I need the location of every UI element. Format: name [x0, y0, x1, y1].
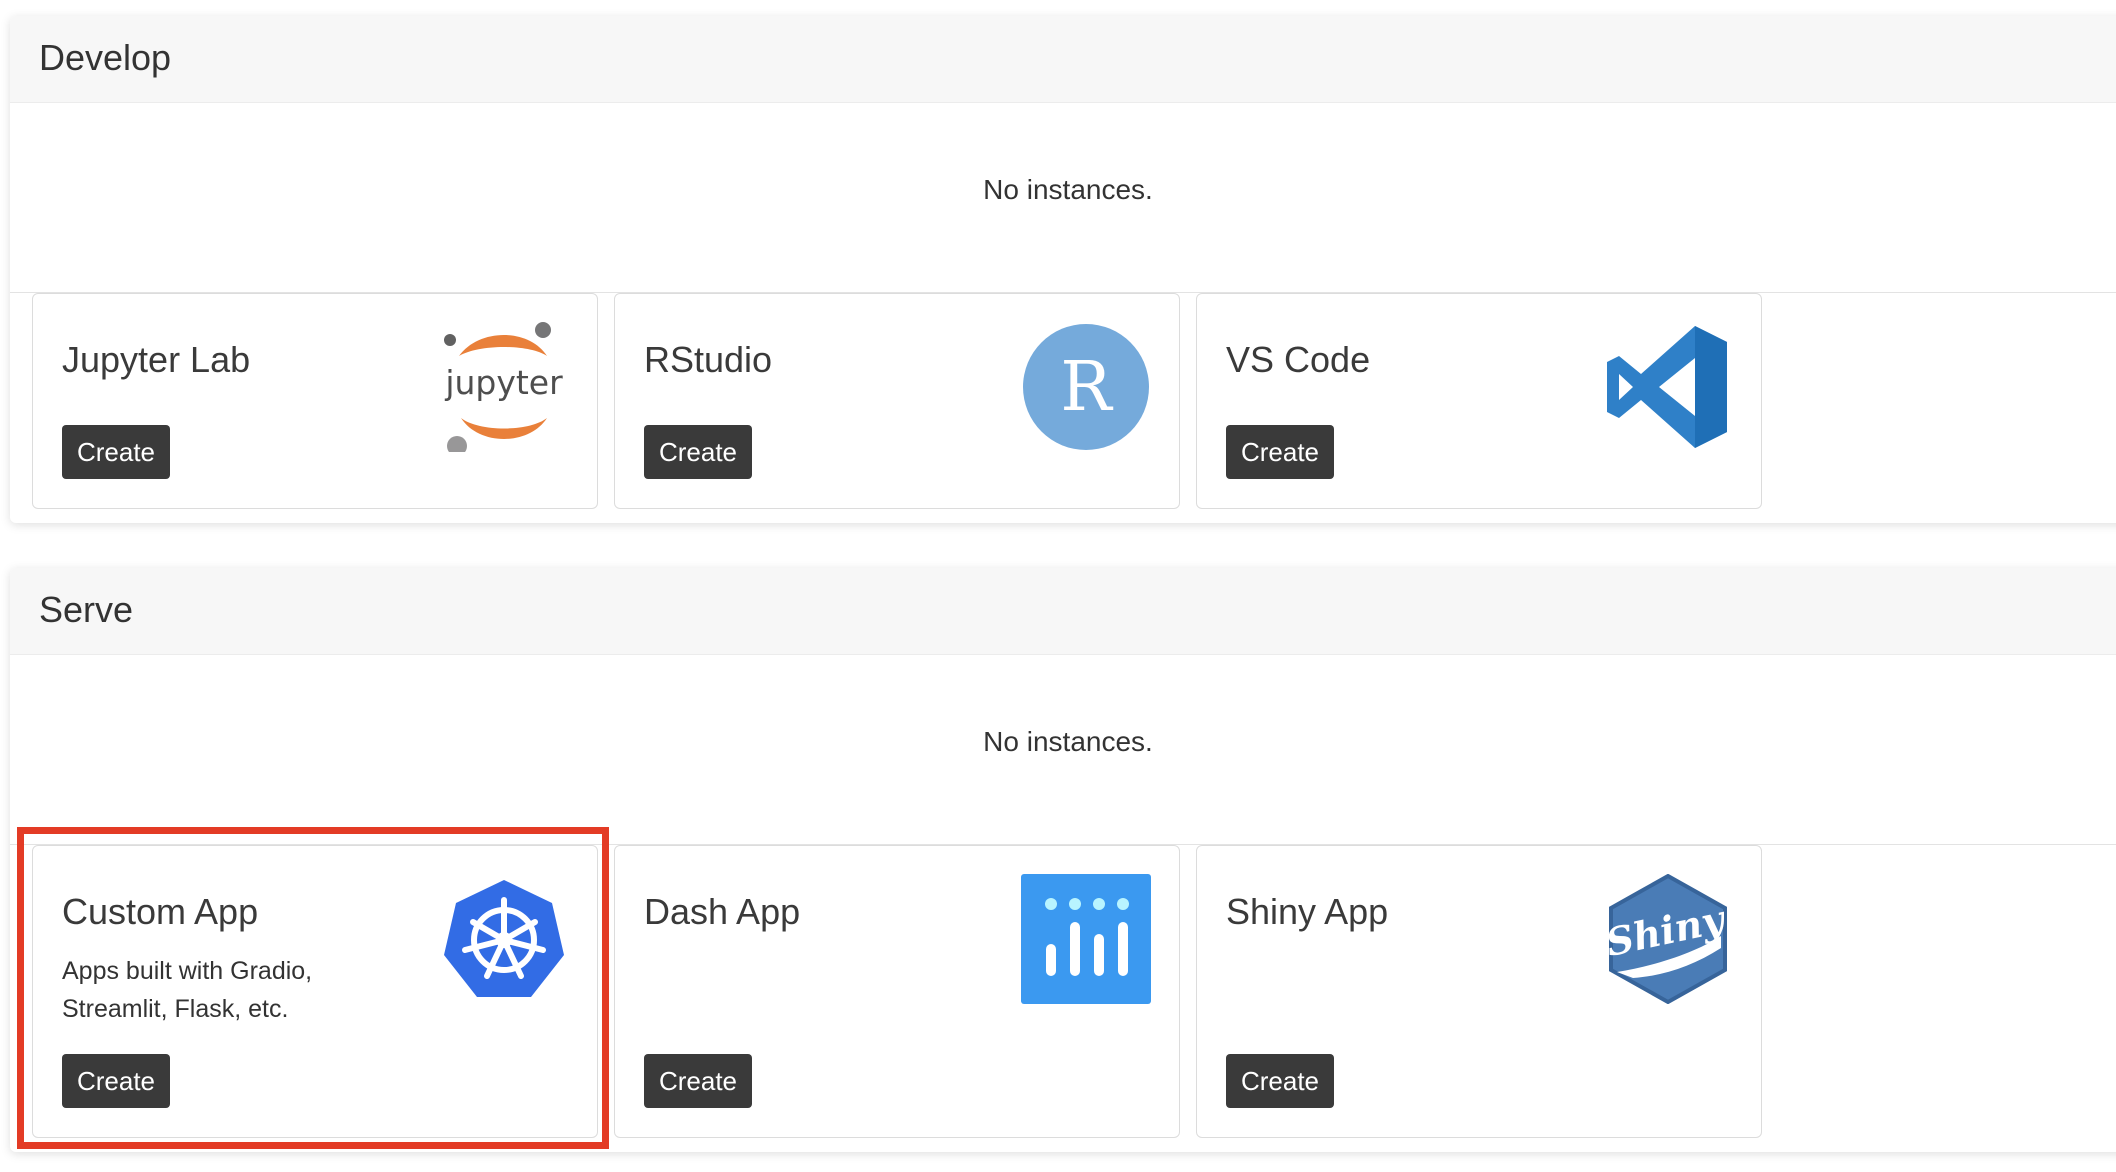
- card-title: RStudio: [644, 339, 773, 380]
- create-vs-code-button[interactable]: Create: [1226, 425, 1334, 479]
- create-custom-app-button[interactable]: Create: [62, 1054, 170, 1108]
- develop-section-header: Develop: [10, 16, 2116, 103]
- create-shiny-app-button[interactable]: Create: [1226, 1054, 1334, 1108]
- no-instances-message: No instances.: [983, 726, 1153, 757]
- section-title: Serve: [39, 589, 134, 630]
- rstudio-icon: R: [1021, 322, 1151, 452]
- create-rstudio-button[interactable]: Create: [644, 425, 752, 479]
- card-custom-app: Custom App Apps built with Gradio, Strea…: [32, 845, 598, 1138]
- serve-section-header: Serve: [10, 568, 2116, 655]
- jupyter-logo-text: jupyter: [444, 363, 563, 402]
- create-jupyter-lab-button[interactable]: Create: [62, 425, 170, 479]
- card-title: VS Code: [1226, 339, 1371, 380]
- card-title: Jupyter Lab: [62, 339, 251, 380]
- card-title: Shiny App: [1226, 891, 1389, 932]
- vscode-icon: [1603, 322, 1733, 452]
- card-vs-code: VS Code Create: [1196, 293, 1762, 509]
- card-rstudio: RStudio Create R: [614, 293, 1180, 509]
- serve-section: Serve No instances. Custom App Apps buil…: [10, 568, 2116, 1152]
- develop-section: Develop No instances. Jupyter Lab Create…: [10, 16, 2116, 523]
- jupyter-icon: jupyter: [439, 322, 569, 452]
- card-jupyter-lab: Jupyter Lab Create jupyter: [32, 293, 598, 509]
- card-shiny-app: Shiny App Create Shiny: [1196, 845, 1762, 1138]
- card-title: Custom App: [62, 891, 259, 932]
- card-dash-app: Dash App Create: [614, 845, 1180, 1138]
- create-dash-app-button[interactable]: Create: [644, 1054, 752, 1108]
- rstudio-logo-text: R: [1060, 348, 1113, 427]
- dash-icon: [1021, 874, 1151, 1004]
- card-description: Apps built with Gradio, Streamlit, Flask…: [62, 957, 313, 1023]
- card-title: Dash App: [644, 891, 801, 932]
- shiny-icon: Shiny: [1603, 874, 1733, 1004]
- develop-instances-list: No instances.: [10, 102, 2116, 293]
- no-instances-message: No instances.: [983, 174, 1153, 205]
- kubernetes-icon: [439, 874, 569, 1004]
- section-title: Develop: [39, 37, 172, 78]
- serve-instances-list: No instances.: [10, 654, 2116, 845]
